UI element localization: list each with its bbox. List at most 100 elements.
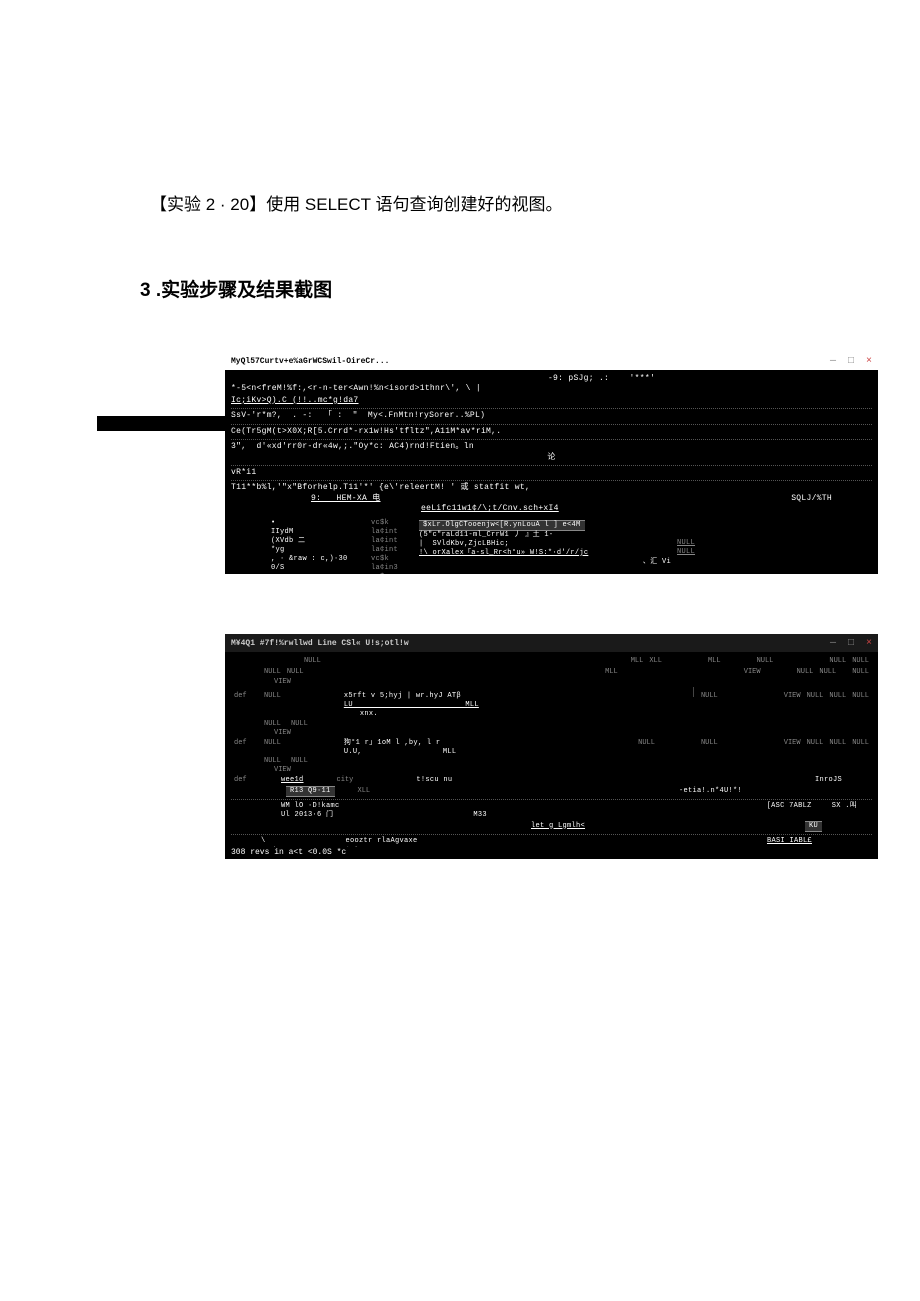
row-label: *yg	[271, 546, 371, 555]
content-line: LU MLL	[344, 701, 689, 710]
term-line: Ce(Tr5gM(t>X0X;R[5.Crrd*-rx1w!Hs'tfltz",…	[231, 427, 872, 437]
type-label: vc$k	[371, 555, 411, 564]
content-line: -etia!.n*4U!*!	[679, 787, 742, 796]
grid-row: NULL NULL	[231, 757, 872, 766]
cell: NULL	[261, 738, 284, 749]
row-label: •	[271, 519, 371, 528]
content-line: R13 Q9·11	[286, 786, 335, 797]
type-label: la¢in3	[371, 564, 411, 573]
content-line: M33	[473, 811, 487, 820]
cell: NULL	[849, 656, 872, 667]
experiment-description: 【实验 2 · 20】使用 SELECT 语句查询创建好的视图。	[140, 190, 780, 215]
data-row: $xLr.OlgCTooenjw<[R.ynLouA l ] e<4M	[419, 520, 585, 531]
overflow-bar	[97, 416, 225, 431]
data-row: (5"c"raLd11-ml_CrrW1 丿 』土 1-	[419, 531, 671, 540]
content-line: Ul 2013·6 门	[281, 811, 333, 820]
section-heading: 3 .实验步骤及结果截图	[140, 275, 780, 302]
content-line: KU	[805, 821, 822, 832]
content-line: SX .叫	[832, 802, 857, 811]
cell: VIEW	[781, 691, 804, 702]
data-row: !\ orXalex「a-sl_Rr<h°u» W!S:*·d'/r/jc	[419, 549, 671, 558]
grid-row: VIEW	[231, 678, 872, 687]
maximize-icon[interactable]: □	[848, 638, 854, 649]
cell: NULL	[794, 667, 817, 678]
separator	[231, 439, 872, 440]
content-line: let g Lgmlh<	[531, 822, 585, 831]
cell: NULL	[804, 738, 827, 749]
content-line: wee1d	[281, 776, 304, 785]
cell: XLL	[355, 786, 374, 797]
window-controls: — □ ×	[830, 356, 872, 367]
term-line: SsV-'r*m?, . -: ｢ : " My<.FnMtn!rySorer.…	[231, 411, 872, 421]
cell: NULL	[826, 656, 849, 667]
content-line: 狗°1 r｣ 1oM l ,by, l r	[344, 739, 635, 748]
row-label: 0/S	[271, 564, 371, 573]
row-label: , · &raw : c,)·30	[271, 555, 371, 564]
content-line: eooztr rlaAgvaxe	[346, 837, 418, 846]
content-line: BASI IABL£	[767, 837, 812, 846]
minimize-icon[interactable]: —	[830, 356, 836, 367]
content-row: def wee1d city t!scu nu InroJS	[231, 775, 872, 786]
row-label: (XVdb 二	[271, 537, 371, 546]
cell: MLL	[602, 667, 621, 678]
def-label: def	[231, 738, 261, 749]
term-line: *-5<n<freM!%f:,<r-n-ter<Awn!%n<isord>1th…	[231, 384, 872, 394]
cell: NULL	[826, 691, 849, 702]
window-titlebar: MyQl57Curtv+e%aGrWCSwil-OireCr... — □ ×	[225, 352, 878, 370]
grid-row: VIEW	[231, 729, 872, 738]
minimize-icon[interactable]: —	[830, 638, 836, 649]
term-line: 3", d'«xd'rr0r-dr«4w,;."Oy*c: AC4)rnd!Ft…	[231, 442, 872, 452]
separator	[231, 480, 872, 481]
cell: VIEW	[271, 677, 294, 687]
grid-row: NULL NULL MLL VIEW NULL NULL NULL	[231, 667, 872, 678]
cell: VIEW	[271, 765, 294, 775]
def-label: def	[231, 775, 261, 786]
separator	[231, 799, 872, 800]
content-line: U.U, MLL	[344, 748, 635, 757]
cell: VIEW	[271, 728, 294, 738]
cell: NULL	[698, 691, 721, 702]
section-title: .实验步骤及结果截图	[156, 280, 332, 301]
window-title: MyQl57Curtv+e%aGrWCSwil-OireCr...	[231, 357, 389, 366]
status-bar: 308 revs in a<t <0.0S *c	[225, 847, 878, 859]
def-label: def	[231, 691, 261, 702]
content-line: xnx.	[344, 710, 689, 719]
content-line: t!scu nu	[416, 776, 452, 785]
separator	[231, 834, 872, 835]
close-icon[interactable]: ×	[866, 356, 872, 367]
cell: NULL	[826, 738, 849, 749]
maximize-icon[interactable]: □	[848, 356, 854, 367]
type-label: vc$q	[371, 573, 411, 574]
cell: XLL	[646, 656, 665, 667]
term-line: 9: HEM-XA 电	[311, 494, 381, 504]
content-line: \	[261, 837, 266, 846]
section-number: 3	[140, 280, 151, 301]
type-label: la¢int	[371, 546, 411, 555]
term-line: vR*i1	[231, 468, 872, 478]
term-line: T11**b%l,'"x"Bforhelp.T11'*' {e\'releert…	[231, 483, 872, 493]
content-row: let g Lgmlh< KU	[231, 821, 872, 832]
divider	[693, 687, 694, 697]
close-icon[interactable]: ×	[866, 638, 872, 649]
term-line: -9: pSJg; .: '***'	[231, 374, 872, 384]
window-titlebar: M¥4Q1 #7f!%rwllwd Line CSl« U!s;otl!w — …	[225, 634, 878, 652]
data-row: | SVldKbv,ZjcLBHic;	[419, 540, 671, 549]
type-label: vc$k	[371, 519, 411, 528]
content-row: R13 Q9·11 XLL -etia!.n*4U!*!	[231, 786, 872, 797]
term-line: eeLifc11w1¢/\;t/Cnv.sch+xI4	[421, 504, 872, 514]
data-row: 、汇 Vi	[419, 558, 671, 567]
content-row: Ul 2013·6 门 M33	[231, 811, 872, 820]
separator	[231, 408, 872, 409]
content-line: [ASC 7ABLZ	[767, 802, 812, 811]
content-line: x5rft v 5;hyj | wr.hyJ ATβ	[344, 692, 689, 701]
terminal-window-1: MyQl57Curtv+e%aGrWCSwil-OireCr... — □ × …	[225, 352, 878, 574]
window-title: M¥4Q1 #7f!%rwllwd Line CSl« U!s;otl!w	[231, 639, 409, 648]
cell: NULL	[754, 656, 777, 667]
terminal-body: -9: pSJg; .: '***' *-5<n<freM!%f:,<r-n-t…	[225, 370, 878, 574]
separator	[231, 465, 872, 466]
cell: NULL	[816, 667, 839, 678]
sql-label: SQLJ/%TH	[791, 494, 832, 504]
cell: VIEW	[741, 667, 764, 678]
cell: MLL	[628, 656, 647, 667]
cell: MLL	[705, 656, 724, 667]
